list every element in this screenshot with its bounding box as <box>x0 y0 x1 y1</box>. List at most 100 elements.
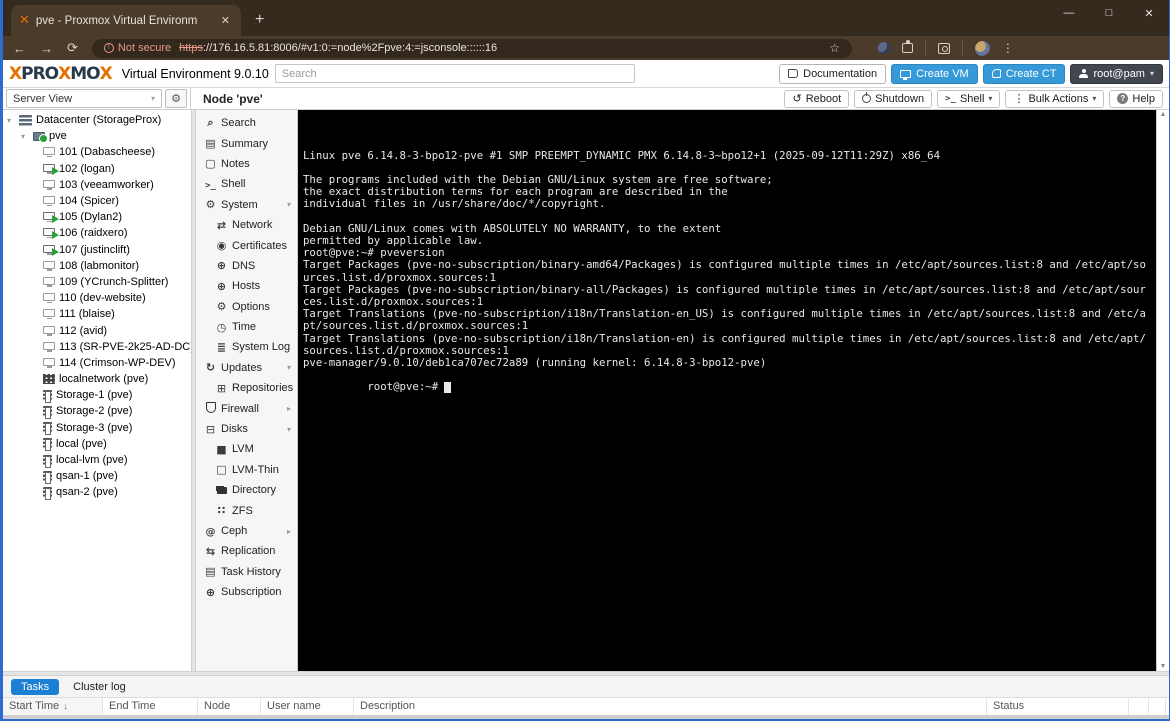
menu-item[interactable]: ZFS <box>196 500 297 520</box>
menu-item[interactable]: Search <box>196 113 297 133</box>
extension-icon[interactable] <box>878 42 890 54</box>
menu-item[interactable]: Network <box>196 215 297 235</box>
menu-item[interactable]: Disks <box>196 419 297 439</box>
create-vm-button[interactable]: Create VM <box>891 64 978 84</box>
help-button[interactable]: ?Help <box>1109 90 1163 108</box>
expander-icon[interactable]: ▾ <box>21 132 33 141</box>
menu-item[interactable]: Subscription <box>196 582 297 602</box>
tree-item[interactable]: Storage-2 (pve) <box>3 403 191 419</box>
column-header[interactable]: User name <box>261 698 354 715</box>
tree-item[interactable]: 113 (SR-PVE-2k25-AD-DC) <box>3 339 191 355</box>
menu-item[interactable]: Firewall <box>196 398 297 418</box>
tree-item[interactable]: ▾ pve <box>3 128 191 144</box>
chevron-down-icon: ▾ <box>1150 69 1154 78</box>
extensions-puzzle-icon[interactable] <box>902 43 913 53</box>
terminal-scrollbar[interactable]: ▲ ▼ <box>1156 110 1169 671</box>
menu-item[interactable]: Summary <box>196 133 297 153</box>
column-header[interactable]: Start Time↓ <box>3 698 103 715</box>
menu-item[interactable]: Directory <box>196 480 297 500</box>
menu-item[interactable]: Task History <box>196 562 297 582</box>
user-menu-button[interactable]: root@pam▾ <box>1070 64 1163 84</box>
not-secure-badge[interactable]: !Not secure <box>104 42 171 54</box>
menu-item-label: Summary <box>221 138 268 150</box>
tree-item[interactable]: 112 (avid) <box>3 322 191 338</box>
column-header[interactable] <box>1149 698 1166 715</box>
tree-item[interactable]: 110 (dev-website) <box>3 290 191 306</box>
terminal[interactable]: Linux pve 6.14.8-3-bpo12-pve #1 SMP PREE… <box>298 110 1156 671</box>
shell-button[interactable]: >_Shell▾ <box>937 90 1000 108</box>
reload-icon[interactable]: ⟳ <box>67 40 78 56</box>
tree-item[interactable]: local (pve) <box>3 436 191 452</box>
browser-tab[interactable]: ✕ pve - Proxmox Virtual Environm ✕ <box>11 5 241 36</box>
tree-item[interactable]: 107 (justinclift) <box>3 242 191 258</box>
column-header[interactable]: Status <box>987 698 1129 715</box>
forward-icon[interactable]: → <box>40 41 53 56</box>
menu-item[interactable]: Options <box>196 297 297 317</box>
menu-item[interactable]: Notes <box>196 154 297 174</box>
menu-item[interactable]: Repositories <box>196 378 297 398</box>
menu-item[interactable]: Replication <box>196 541 297 561</box>
tree-item[interactable]: 104 (Spicer) <box>3 193 191 209</box>
tree-item[interactable]: 108 (labmonitor) <box>3 258 191 274</box>
tree-item[interactable]: local-lvm (pve) <box>3 452 191 468</box>
tree-item[interactable]: 101 (Dabascheese) <box>3 144 191 160</box>
shutdown-button[interactable]: Shutdown <box>854 90 932 108</box>
tree-item[interactable]: 111 (blaise) <box>3 306 191 322</box>
minimize-button[interactable]: — <box>1049 0 1089 26</box>
menu-item[interactable]: Certificates <box>196 235 297 255</box>
menu-item[interactable]: System Log <box>196 337 297 357</box>
maximize-button[interactable]: □ <box>1089 0 1129 26</box>
tree-item[interactable]: 106 (raidxero) <box>3 225 191 241</box>
column-header[interactable]: End Time <box>103 698 198 715</box>
page-search-icon[interactable] <box>938 43 950 54</box>
menu-item[interactable]: Ceph <box>196 521 297 541</box>
tree-item[interactable]: Storage-1 (pve) <box>3 387 191 403</box>
scroll-up-icon[interactable]: ▲ <box>1160 111 1167 118</box>
tree-item[interactable]: 103 (veeamworker) <box>3 177 191 193</box>
column-header[interactable]: Node <box>198 698 261 715</box>
menu-item[interactable]: DNS <box>196 256 297 276</box>
menu-item[interactable]: System <box>196 195 297 215</box>
tree-settings-button[interactable]: ⚙ <box>165 89 187 108</box>
tree-item[interactable]: ▾ Datacenter (StorageProx) <box>3 112 191 128</box>
bulk-actions-button[interactable]: ⋮Bulk Actions▾ <box>1005 90 1104 108</box>
tree-item-label: 113 (SR-PVE-2k25-AD-DC) <box>59 341 191 353</box>
logo-letter: X <box>9 64 21 84</box>
tree-item[interactable]: 109 (YCrunch-Splitter) <box>3 274 191 290</box>
tree-item[interactable]: 102 (logan) <box>3 161 191 177</box>
menu-item[interactable]: Hosts <box>196 276 297 296</box>
tree-item[interactable]: localnetwork (pve) <box>3 371 191 387</box>
menu-item[interactable]: LVM-Thin <box>196 460 297 480</box>
close-window-button[interactable]: ✕ <box>1129 0 1169 26</box>
bookmark-star-icon[interactable]: ☆ <box>829 41 840 55</box>
tree-item[interactable]: 105 (Dylan2) <box>3 209 191 225</box>
column-header[interactable]: Description <box>354 698 987 715</box>
profile-avatar[interactable] <box>975 41 990 56</box>
tab-close-icon[interactable]: ✕ <box>218 14 233 27</box>
address-bar[interactable]: !Not secure https://176.16.5.81:8006/#v1… <box>92 39 852 58</box>
task-tab[interactable]: Tasks <box>11 679 59 695</box>
scroll-down-icon[interactable]: ▼ <box>1160 663 1167 670</box>
reboot-button[interactable]: ↺Reboot <box>784 90 849 108</box>
browser-menu-icon[interactable]: ⋮ <box>1002 41 1015 55</box>
menu-item[interactable]: Updates <box>196 358 297 378</box>
new-tab-button[interactable]: + <box>255 11 264 29</box>
menu-item[interactable]: Time <box>196 317 297 337</box>
documentation-button[interactable]: Documentation <box>779 64 886 84</box>
menu-item[interactable]: LVM <box>196 439 297 459</box>
tree-item[interactable]: 114 (Crimson-WP-DEV) <box>3 355 191 371</box>
system-log-icon <box>214 341 229 354</box>
back-icon[interactable]: ← <box>13 41 26 56</box>
task-tab[interactable]: Cluster log <box>63 679 136 695</box>
global-search-input[interactable] <box>275 64 635 83</box>
tree-item[interactable]: qsan-1 (pve) <box>3 468 191 484</box>
view-select[interactable]: Server View▾ <box>6 89 162 108</box>
menu-item[interactable]: Shell <box>196 174 297 194</box>
node-toolbar: ↺Reboot Shutdown >_Shell▾ ⋮Bulk Actions▾… <box>784 88 1169 109</box>
expander-icon[interactable]: ▾ <box>7 116 19 125</box>
create-ct-button[interactable]: Create CT <box>983 64 1066 84</box>
column-header[interactable] <box>1129 698 1149 715</box>
tree-item[interactable]: qsan-2 (pve) <box>3 484 191 500</box>
tree-item[interactable]: Storage-3 (pve) <box>3 420 191 436</box>
storage-icon <box>43 455 52 466</box>
